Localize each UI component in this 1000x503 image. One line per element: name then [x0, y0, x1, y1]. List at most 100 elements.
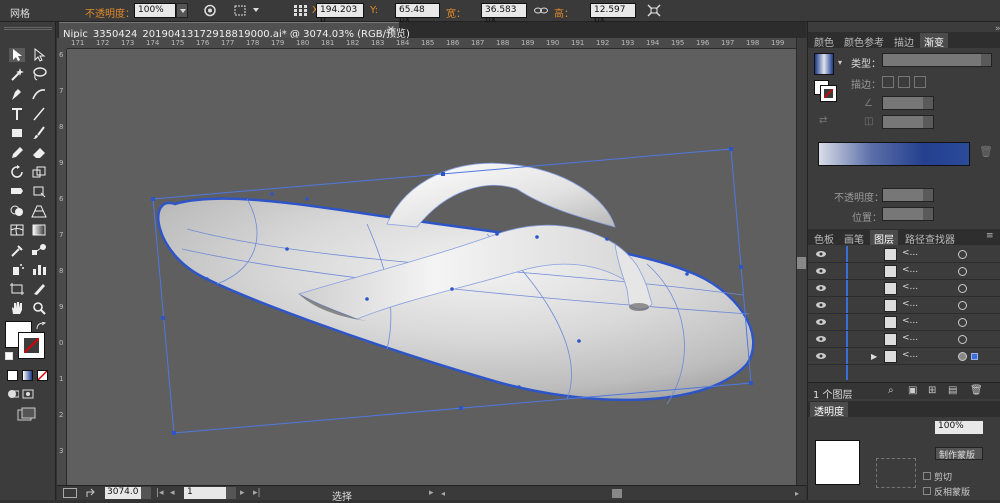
y-field[interactable]: 65.48 px	[395, 3, 440, 25]
type-tool-icon[interactable]	[9, 107, 25, 121]
artboard-canvas[interactable]	[67, 49, 796, 485]
eraser-tool-icon[interactable]	[31, 145, 47, 159]
visibility-eye-icon[interactable]	[816, 318, 826, 326]
ruler-origin[interactable]	[57, 38, 67, 49]
locate-object-icon[interactable]: ⌕	[888, 385, 894, 396]
perspective-grid-tool-icon[interactable]	[31, 204, 47, 218]
lasso-tool-icon[interactable]	[31, 67, 47, 81]
opacity-label[interactable]: 不透明度：	[85, 5, 135, 20]
expand-triangle-icon[interactable]: ▶	[871, 352, 877, 361]
tab-brushes[interactable]: 画笔	[840, 230, 868, 246]
curvature-tool-icon[interactable]	[31, 87, 47, 101]
vertical-ruler[interactable]: 6 7 8 9 6 7 8 9 0 1 2 3	[57, 49, 67, 485]
vertical-scrollbar-thumb[interactable]	[797, 257, 806, 269]
gradient-angle-field[interactable]	[882, 96, 934, 110]
align-dropdown[interactable]	[250, 3, 262, 18]
artboard-field[interactable]: 1	[184, 487, 226, 499]
target-circle-icon[interactable]	[958, 301, 967, 310]
draw-inside-icon[interactable]	[22, 389, 34, 399]
align-icon[interactable]	[232, 3, 248, 18]
tab-gradient[interactable]: 渐变	[920, 33, 948, 49]
layer-row[interactable]: <...	[808, 314, 1000, 331]
opacity-field[interactable]: 100%	[134, 3, 176, 18]
paintbrush-tool-icon[interactable]	[31, 126, 47, 140]
target-circle-icon[interactable]	[958, 318, 967, 327]
pencil-tool-icon[interactable]	[9, 145, 25, 159]
stop-position-field[interactable]	[882, 207, 934, 221]
toolbar-grip[interactable]	[4, 27, 52, 30]
default-colors-icon[interactable]	[5, 352, 13, 360]
slice-tool-icon[interactable]	[31, 282, 47, 296]
new-sublayer-icon[interactable]: ⊞	[928, 385, 936, 396]
hand-tool-icon[interactable]	[9, 301, 25, 315]
scale-tool-icon[interactable]	[31, 165, 47, 179]
gradient-tool-icon[interactable]	[31, 223, 47, 237]
horizontal-scrollbar-thumb[interactable]	[612, 489, 622, 498]
visibility-eye-icon[interactable]	[816, 352, 826, 360]
stroke-option-3-icon[interactable]	[914, 76, 926, 88]
swap-fill-stroke-icon[interactable]	[36, 321, 47, 330]
magic-wand-tool-icon[interactable]	[9, 67, 25, 81]
layer-row[interactable]: ▶ <...	[808, 348, 1000, 365]
status-menu-arrow[interactable]: ▸	[429, 488, 434, 498]
delete-stop-icon[interactable]: 🗑	[979, 145, 993, 158]
layer-row[interactable]: <...	[808, 263, 1000, 280]
style-icon[interactable]	[202, 3, 218, 18]
layer-row[interactable]: <...	[808, 297, 1000, 314]
x-field[interactable]: 194.203 p	[316, 3, 364, 25]
doc-info-icon[interactable]	[63, 488, 77, 498]
tab-color[interactable]: 颜色	[810, 33, 838, 49]
target-circle-icon[interactable]	[958, 284, 967, 293]
gradient-aspect-field[interactable]	[882, 115, 934, 129]
artboard-tool-icon[interactable]	[9, 282, 25, 296]
rotate-tool-icon[interactable]	[9, 165, 25, 179]
tab-swatches[interactable]: 色板	[810, 230, 838, 246]
selection-tool-icon[interactable]	[9, 48, 25, 62]
width-tool-icon[interactable]	[9, 184, 25, 198]
shape-builder-tool-icon[interactable]	[9, 204, 25, 218]
tab-layers[interactable]: 图层	[870, 230, 898, 246]
visibility-eye-icon[interactable]	[816, 301, 826, 309]
visibility-eye-icon[interactable]	[816, 284, 826, 292]
back-strap-shape[interactable]	[386, 162, 616, 228]
blend-tool-icon[interactable]	[31, 243, 47, 257]
stroke-option-2-icon[interactable]	[898, 76, 910, 88]
clip-checkbox[interactable]	[923, 472, 931, 480]
gradient-preset-dropdown[interactable]: ▾	[838, 58, 842, 67]
transform-icon[interactable]	[646, 3, 662, 18]
zoom-field[interactable]: 3074.0	[105, 487, 141, 499]
make-clipping-mask-icon[interactable]: ▣	[908, 385, 917, 396]
free-transform-tool-icon[interactable]	[31, 184, 47, 198]
transparency-opacity-field[interactable]: 100%	[935, 421, 983, 434]
gradient-mode-icon[interactable]	[22, 370, 33, 381]
gradient-type-select[interactable]	[882, 53, 992, 67]
horizontal-ruler[interactable]: 171 172 173 174 175 176 177 178 179 180 181 182 183 1…	[67, 38, 796, 49]
scroll-right-button[interactable]: ▸	[795, 489, 799, 498]
pen-tool-icon[interactable]	[9, 87, 25, 101]
direct-selection-tool-icon[interactable]	[31, 47, 47, 62]
target-circle-icon[interactable]	[958, 352, 967, 361]
none-mode-icon[interactable]	[37, 370, 48, 381]
reference-point-icon[interactable]	[292, 3, 308, 18]
color-mode-icon[interactable]	[7, 370, 18, 381]
document-tab[interactable]: Nipic_3350424_20190413172918819000.ai* @…	[59, 22, 410, 40]
flip-flop-artwork[interactable]	[67, 49, 796, 485]
layer-row[interactable]: <...	[808, 246, 1000, 263]
visibility-eye-icon[interactable]	[816, 335, 826, 343]
reverse-gradient-icon[interactable]: ⇄	[819, 115, 827, 126]
height-field[interactable]: 12.597 px	[590, 3, 636, 25]
next-artboard-button[interactable]: ▸	[240, 488, 245, 498]
opacity-dropdown[interactable]	[176, 3, 188, 18]
screen-mode-icon[interactable]	[17, 407, 37, 421]
visibility-eye-icon[interactable]	[816, 267, 826, 275]
stroke-color-swatch[interactable]	[18, 332, 45, 359]
visibility-eye-icon[interactable]	[816, 250, 826, 258]
sole-shape[interactable]	[157, 197, 755, 402]
column-graph-tool-icon[interactable]	[31, 262, 47, 276]
tab-stroke[interactable]: 描边	[890, 33, 918, 49]
layer-row[interactable]: <...	[808, 280, 1000, 297]
layers-panel-menu-icon[interactable]: ≡	[986, 231, 994, 241]
target-circle-icon[interactable]	[958, 250, 967, 259]
width-field[interactable]: 36.583 px	[481, 3, 527, 25]
scroll-left-button[interactable]: ◂	[441, 489, 445, 498]
